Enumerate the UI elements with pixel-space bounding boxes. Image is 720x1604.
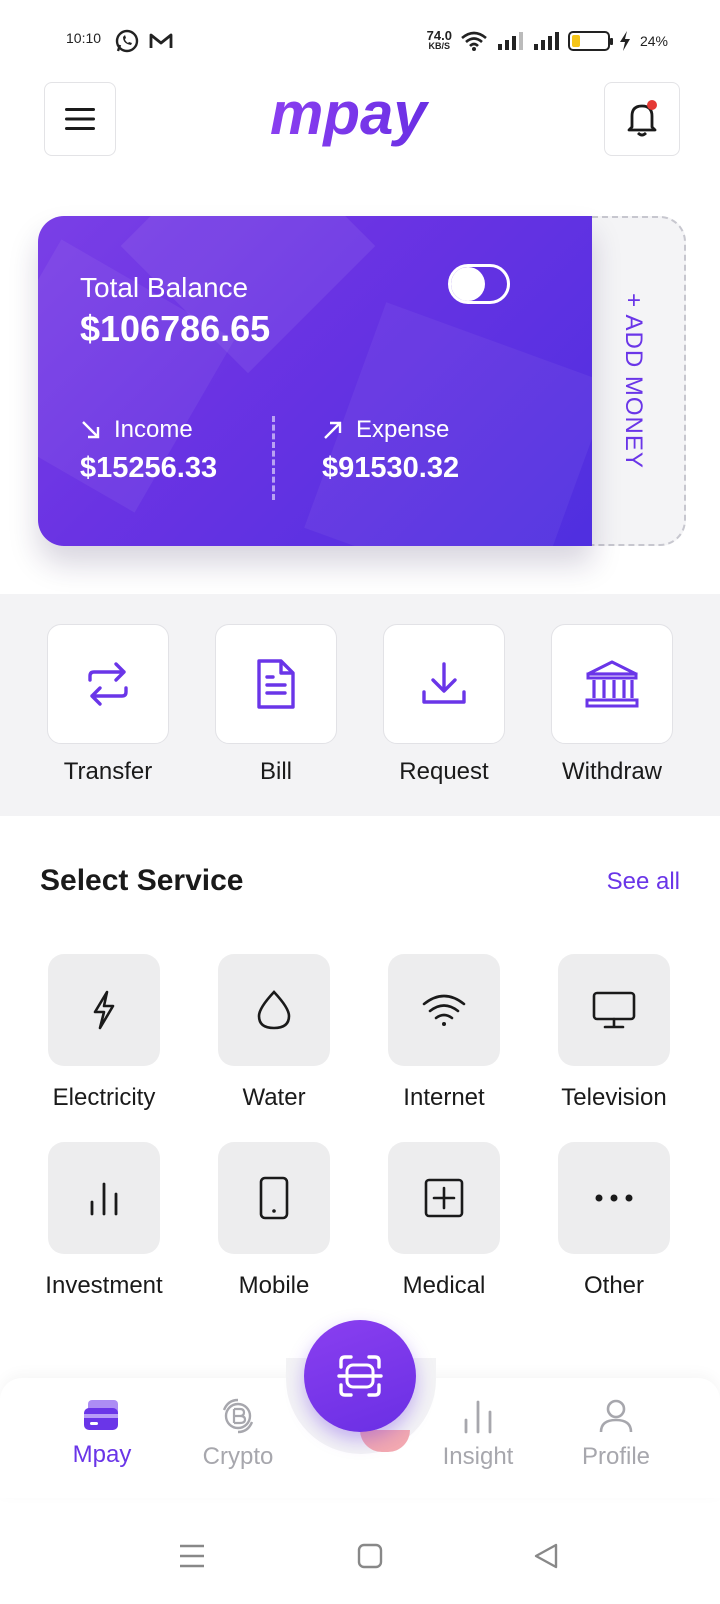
action-label: Request bbox=[399, 758, 489, 785]
profile-icon bbox=[599, 1399, 633, 1433]
bar-chart-icon bbox=[464, 1400, 492, 1434]
service-mobile[interactable]: Mobile bbox=[204, 1142, 344, 1300]
income-label: Income bbox=[114, 416, 193, 443]
status-right-group: 74.0 KB/S 24% bbox=[427, 28, 668, 54]
transfer-icon bbox=[88, 662, 128, 706]
nav-label: Profile bbox=[581, 1443, 651, 1470]
nav-item-profile[interactable]: Profile bbox=[556, 1398, 676, 1471]
wifi-icon bbox=[461, 31, 487, 51]
whatsapp-icon bbox=[115, 29, 139, 53]
bell-icon bbox=[627, 100, 657, 137]
action-withdraw[interactable]: Withdraw bbox=[550, 624, 674, 786]
expense-amount: $91530.32 bbox=[322, 452, 460, 484]
service-label: Television bbox=[561, 1084, 667, 1111]
expense-label: Expense bbox=[356, 416, 450, 443]
signal-icon-2 bbox=[533, 32, 559, 50]
services-title: Select Service bbox=[40, 864, 244, 897]
gmail-icon bbox=[149, 33, 173, 48]
service-medical[interactable]: Medical bbox=[374, 1142, 514, 1300]
system-nav bbox=[0, 1508, 720, 1604]
add-money-button[interactable]: + ADD MONEY bbox=[582, 216, 686, 546]
status-time: 10:10 bbox=[66, 30, 102, 46]
income-stat: Income $15256.33 bbox=[80, 416, 217, 485]
battery-icon bbox=[567, 31, 613, 51]
service-label: Other bbox=[583, 1272, 645, 1299]
scan-icon bbox=[337, 1355, 383, 1397]
net-speed-unit: KB/S bbox=[428, 41, 451, 51]
water-drop-icon bbox=[257, 990, 291, 1030]
signal-icon bbox=[497, 32, 523, 50]
net-speed-value: 74.0 bbox=[426, 28, 452, 43]
charging-icon bbox=[619, 31, 630, 51]
service-label: Water bbox=[242, 1084, 306, 1111]
nav-item-crypto[interactable]: Crypto bbox=[178, 1398, 298, 1471]
bank-icon bbox=[585, 660, 639, 708]
document-icon bbox=[257, 659, 295, 709]
service-label: Medical bbox=[402, 1272, 486, 1299]
expense-stat: Expense $91530.32 bbox=[322, 416, 459, 485]
action-label: Transfer bbox=[63, 758, 153, 785]
nav-label: Crypto bbox=[202, 1443, 274, 1470]
logo-text: mpay bbox=[270, 86, 429, 147]
add-money-label: + ADD MONEY bbox=[620, 293, 647, 469]
status-bar: 10:10 74.0 KB/S 24% bbox=[0, 0, 720, 80]
mpay-logo: mpay bbox=[270, 80, 455, 152]
medical-plus-icon bbox=[424, 1178, 464, 1218]
service-label: Mobile bbox=[238, 1272, 310, 1299]
quick-actions: Transfer Bill Request Withdraw bbox=[0, 594, 720, 816]
action-label: Bill bbox=[259, 758, 292, 785]
hamburger-icon bbox=[65, 108, 95, 130]
home-square-icon[interactable] bbox=[356, 1542, 384, 1570]
monitor-icon bbox=[592, 991, 636, 1029]
nav-label: Mpay bbox=[72, 1441, 132, 1468]
arrow-down-right-icon bbox=[82, 421, 100, 439]
total-balance-amount: $106786.65 bbox=[80, 308, 271, 349]
service-investment[interactable]: Investment bbox=[34, 1142, 174, 1300]
battery-fill bbox=[571, 35, 581, 47]
recents-menu-icon[interactable] bbox=[178, 1542, 206, 1570]
back-triangle-icon[interactable] bbox=[532, 1542, 560, 1570]
total-balance-label: Total Balance bbox=[80, 272, 249, 303]
stat-divider bbox=[272, 416, 275, 500]
service-television[interactable]: Television bbox=[544, 954, 684, 1112]
see-all-link[interactable]: See all bbox=[607, 868, 680, 896]
crypto-icon bbox=[222, 1398, 254, 1434]
balance-card: Total Balance $106786.65 Income $15256.3… bbox=[38, 216, 592, 546]
service-label: Electricity bbox=[52, 1084, 156, 1111]
scan-button[interactable] bbox=[304, 1320, 416, 1432]
download-icon bbox=[422, 662, 466, 704]
balance-visibility-toggle[interactable] bbox=[448, 264, 510, 304]
card-icon bbox=[84, 1400, 118, 1430]
notification-button[interactable] bbox=[604, 82, 680, 156]
service-label: Internet bbox=[403, 1084, 485, 1111]
nav-label: Insight bbox=[442, 1443, 514, 1470]
service-water[interactable]: Water bbox=[204, 954, 344, 1112]
lightning-icon bbox=[93, 990, 115, 1030]
service-internet[interactable]: Internet bbox=[374, 954, 514, 1112]
nav-item-insight[interactable]: Insight bbox=[418, 1398, 538, 1471]
toggle-knob bbox=[451, 267, 485, 301]
service-other[interactable]: Other bbox=[544, 1142, 684, 1300]
action-bill[interactable]: Bill bbox=[214, 624, 338, 786]
mobile-icon bbox=[259, 1176, 289, 1220]
net-speed: 74.0 KB/S bbox=[426, 28, 452, 51]
menu-button[interactable] bbox=[44, 82, 116, 156]
nav-item-mpay[interactable]: Mpay bbox=[42, 1398, 162, 1469]
wifi-icon bbox=[422, 994, 466, 1026]
service-label: Investment bbox=[45, 1272, 163, 1299]
arrow-up-right-icon bbox=[324, 421, 342, 439]
notification-dot bbox=[647, 100, 657, 110]
more-dots-icon bbox=[595, 1194, 633, 1202]
action-label: Withdraw bbox=[561, 758, 663, 785]
service-electricity[interactable]: Electricity bbox=[34, 954, 174, 1112]
action-request[interactable]: Request bbox=[382, 624, 506, 786]
battery-percent: 24% bbox=[639, 33, 668, 49]
bar-chart-icon bbox=[90, 1182, 118, 1216]
income-amount: $15256.33 bbox=[80, 452, 218, 484]
action-transfer[interactable]: Transfer bbox=[46, 624, 170, 786]
